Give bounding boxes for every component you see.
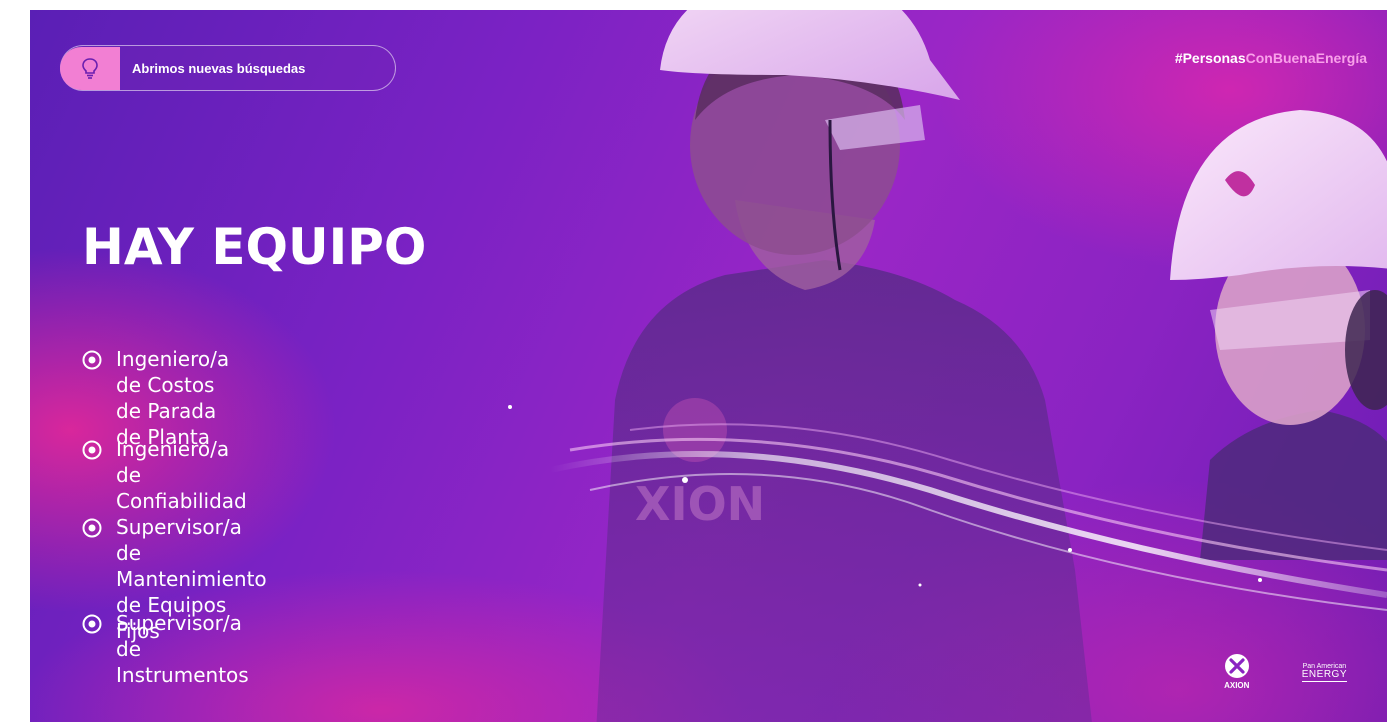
pan-american-energy-logo: Pan American ENERGY <box>1301 663 1347 690</box>
pae-bottom-text: ENERGY <box>1301 669 1347 682</box>
hashtag-part-1: #Personas <box>1174 50 1246 66</box>
job-role-item: Supervisor/a de Instrumentos <box>82 610 249 688</box>
axion-x-icon <box>1224 654 1249 678</box>
job-role-item: Ingeniero/a de Confiabilidad <box>82 436 247 514</box>
pill-label: Abrimos nuevas búsquedas <box>132 60 306 76</box>
lightbulb-icon <box>60 46 120 90</box>
target-circle-icon <box>82 350 102 370</box>
job-role-text: Supervisor/a de Instrumentos <box>116 611 249 687</box>
target-circle-icon <box>82 518 102 538</box>
hashtag: #PersonasConBuenaEnergía <box>1175 50 1367 66</box>
job-banner: XION Abrimos nuevas búsquedas #PersonasC… <box>30 10 1387 722</box>
announcement-pill: Abrimos nuevas búsquedas <box>60 45 396 91</box>
job-role-text: Ingeniero/a de Confiabilidad <box>116 437 247 513</box>
axion-wordmark: AXION <box>1224 681 1250 690</box>
banner-title: HAY EQUIPO <box>82 218 427 276</box>
job-role-text: Ingeniero/a de Costos de Parada de Plant… <box>116 347 230 449</box>
job-role-item: Ingeniero/a de Costos de Parada de Plant… <box>82 346 229 450</box>
hashtag-part-2: ConBuenaEnergía <box>1245 50 1367 66</box>
worker-left-photo: XION <box>596 10 1092 722</box>
svg-text:XION: XION <box>635 477 765 531</box>
axion-logo: AXION <box>1224 653 1250 690</box>
worker-right-photo <box>1170 110 1387 560</box>
target-circle-icon <box>82 614 102 634</box>
sponsor-logos: AXION Pan American ENERGY <box>1224 653 1347 690</box>
target-circle-icon <box>82 440 102 460</box>
